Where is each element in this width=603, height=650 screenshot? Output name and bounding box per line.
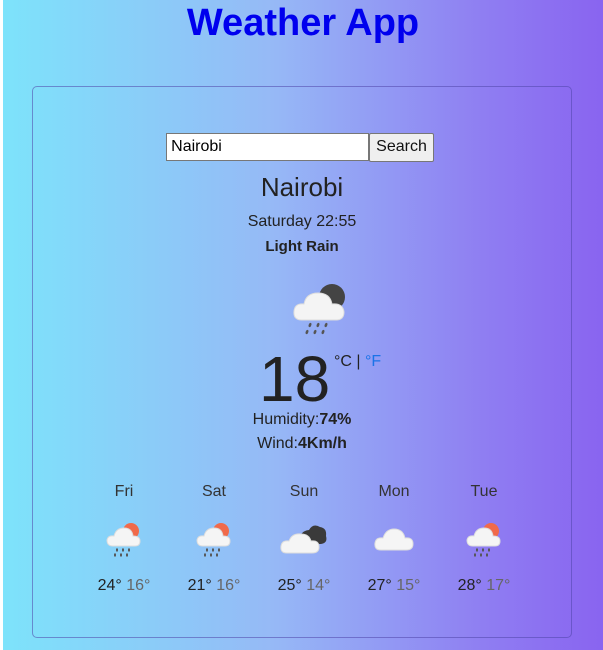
forecast-day-name: Mon xyxy=(378,483,410,500)
humidity: Humidity:74% xyxy=(33,411,571,429)
wind-value: 4Km/h xyxy=(298,435,347,452)
wind: Wind:4Km/h xyxy=(33,435,571,453)
cloud-rain-sun-icon xyxy=(439,515,529,563)
broken-clouds-icon xyxy=(259,515,349,563)
wind-label: Wind: xyxy=(257,435,298,452)
forecast-day: Fri 24° 16° xyxy=(79,483,169,595)
celsius-unit[interactable]: °C xyxy=(334,353,352,370)
forecast-day-name: Fri xyxy=(114,483,134,500)
forecast-min: 17° xyxy=(486,577,511,594)
forecast-min: 14° xyxy=(306,577,331,594)
fahrenheit-link[interactable]: °F xyxy=(365,353,381,370)
date-time: Saturday 22:55 xyxy=(247,213,357,230)
unit-separator: | xyxy=(356,353,361,370)
forecast-day: Sun 25° 14° xyxy=(259,483,349,595)
humidity-value: 74% xyxy=(319,411,352,428)
forecast-day: Tue 28° 17° xyxy=(439,483,529,595)
forecast-min: 16° xyxy=(216,577,241,594)
forecast-max: 28° xyxy=(457,577,482,594)
forecast-max: 24° xyxy=(97,577,122,594)
city-name: Nairobi xyxy=(260,172,344,202)
forecast-min: 16° xyxy=(126,577,151,594)
forecast-day-name: Sun xyxy=(289,483,319,500)
weather-card: Search Nairobi Saturday 22:55 Light Rain… xyxy=(32,86,572,638)
cloud-rain-moon-icon xyxy=(290,280,350,341)
forecast-day-name: Tue xyxy=(470,483,498,500)
cloud-icon xyxy=(349,515,439,563)
forecast-max: 27° xyxy=(367,577,392,594)
search-input[interactable] xyxy=(166,133,370,161)
page-background: Weather App Search Nairobi Saturday 22:5… xyxy=(3,0,603,650)
forecast-day: Mon 27° 15° xyxy=(349,483,439,595)
temperature-value: 18 xyxy=(259,343,331,415)
weather-description: Light Rain xyxy=(265,238,339,255)
cloud-rain-sun-icon xyxy=(169,515,259,563)
search-button[interactable]: Search xyxy=(369,132,434,162)
cloud-rain-sun-icon xyxy=(79,515,169,563)
forecast-day-name: Sat xyxy=(201,483,226,500)
forecast-max: 21° xyxy=(187,577,212,594)
search-form: Search xyxy=(33,132,571,162)
humidity-label: Humidity: xyxy=(252,411,320,428)
forecast-min: 15° xyxy=(396,577,421,594)
forecast-day: Sat 21° 16° xyxy=(169,483,259,595)
app-title: Weather App xyxy=(186,2,420,44)
temperature-units: °C | °F xyxy=(334,353,381,371)
forecast-max: 25° xyxy=(277,577,302,594)
